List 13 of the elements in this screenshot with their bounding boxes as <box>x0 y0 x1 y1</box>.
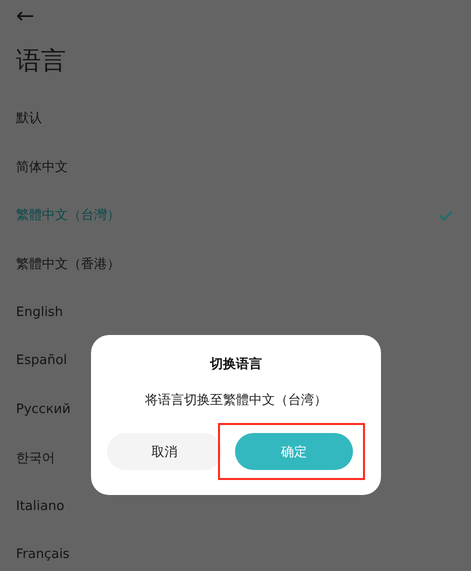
language-item[interactable]: English <box>0 288 471 336</box>
dialog-message: 将语言切换至繁體中文（台湾） <box>145 392 327 409</box>
cancel-button[interactable]: 取消 <box>107 433 222 470</box>
dialog-title: 切换语言 <box>210 356 262 373</box>
language-item[interactable]: 简体中文 <box>0 142 471 191</box>
check-icon <box>439 210 453 221</box>
language-item[interactable]: 默认 <box>0 94 471 142</box>
back-button[interactable]: ← <box>12 6 38 28</box>
language-item[interactable]: Français <box>0 530 471 571</box>
language-item[interactable]: 繁體中文（台灣） <box>0 191 471 240</box>
language-item[interactable]: 繁體中文（香港） <box>0 240 471 288</box>
confirm-button[interactable]: 确定 <box>235 433 353 470</box>
page-title: 语言 <box>16 45 67 77</box>
